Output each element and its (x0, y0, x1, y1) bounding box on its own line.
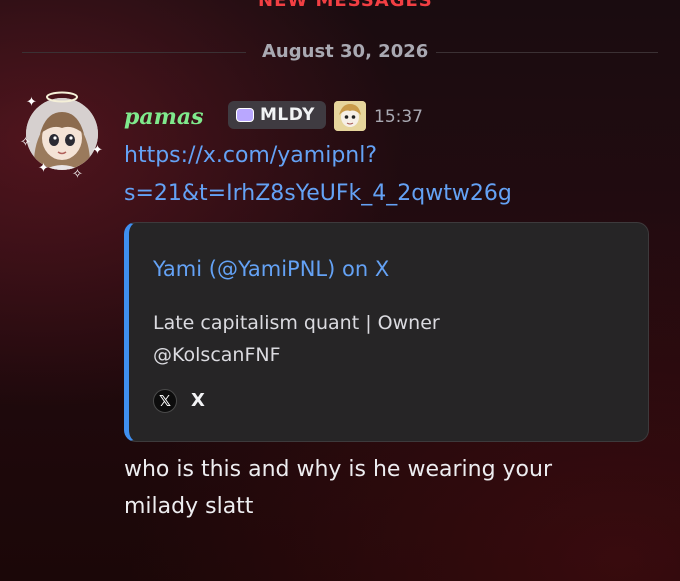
message-text: who is this and why is he wearing your (124, 457, 553, 482)
role-icon[interactable] (334, 101, 366, 131)
username[interactable]: pamas (124, 104, 204, 130)
server-tag[interactable]: MLDY (228, 101, 326, 129)
avatar[interactable]: ✦ ✧ ✦ ✧ ✦ (20, 91, 104, 181)
sparkle-icon: ✦ (26, 95, 37, 110)
message-link[interactable]: https://x.com/yamipnl? (124, 143, 377, 168)
date-divider: August 30, 2026 (262, 41, 429, 62)
message-timestamp[interactable]: 15:37 (374, 107, 423, 127)
sparkle-icon: ✦ (92, 143, 103, 158)
link-embed: Yami (@YamiPNL) on X Late capitalism qua… (124, 222, 649, 442)
new-messages-banner: NEW MESSAGES (258, 0, 433, 11)
message-text-continued: milady slatt (124, 494, 254, 519)
sparkle-icon: ✦ (38, 161, 49, 176)
embed-description: Late capitalism quant | Owner (153, 312, 440, 334)
embed-provider: X (191, 390, 205, 411)
server-tag-label: MLDY (260, 105, 315, 125)
halo-icon (46, 91, 78, 103)
date-divider-line-right (436, 52, 658, 53)
message-link-continued[interactable]: s=21&t=IrhZ8sYeUFk_4_2qwtw26g (124, 181, 512, 206)
embed-title[interactable]: Yami (@YamiPNL) on X (153, 257, 389, 281)
sparkle-icon: ✧ (72, 167, 83, 182)
date-divider-line-left (22, 52, 246, 53)
x-logo-icon: 𝕏 (153, 389, 177, 413)
embed-description-continued: @KolscanFNF (153, 344, 281, 366)
sparkle-icon: ✧ (20, 135, 31, 150)
heart-badge-icon (236, 108, 254, 122)
